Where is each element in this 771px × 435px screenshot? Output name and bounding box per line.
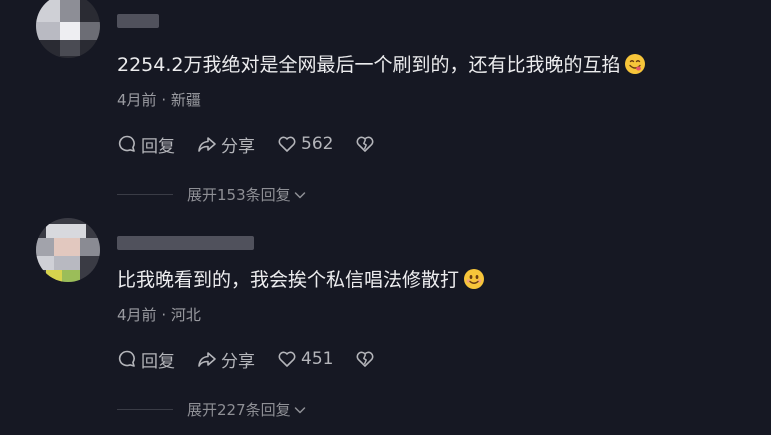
expand-replies-button[interactable]: 展开227条回复	[117, 399, 307, 420]
heart-icon	[278, 351, 296, 367]
meta-separator: ·	[161, 306, 167, 324]
replies-divider	[117, 194, 173, 195]
comment-actions: 回复 分享 451	[117, 347, 401, 372]
reply-bubble-icon	[118, 350, 135, 367]
share-label: 分享	[221, 351, 255, 372]
expand-replies-button[interactable]: 展开153条回复	[117, 184, 307, 205]
comment-text: 2254.2万我绝对是全网最后一个刷到的，还有比我晚的互掐	[117, 52, 646, 78]
chevron-down-icon	[294, 406, 305, 413]
like-count: 451	[301, 349, 334, 369]
username-blurred[interactable]	[117, 236, 254, 250]
comment-time: 4月前	[117, 91, 157, 109]
reply-label: 回复	[141, 351, 175, 372]
expand-replies-label: 展开153条回复	[187, 186, 291, 204]
comment-actions: 回复 分享 562	[117, 132, 401, 157]
replies-divider	[117, 409, 173, 410]
share-label: 分享	[221, 136, 255, 157]
comment-location: 河北	[170, 306, 201, 324]
share-arrow-icon	[198, 352, 216, 367]
comment-list: 2254.2万我绝对是全网最后一个刷到的，还有比我晚的互掐 4月前 · 新疆 回…	[0, 0, 771, 435]
comment-time: 4月前	[117, 306, 157, 324]
smiling-face-icon	[464, 269, 485, 289]
comment-text: 比我晚看到的，我会挨个私信唱法修散打	[117, 267, 485, 293]
username-blurred[interactable]	[117, 14, 159, 28]
comment-location: 新疆	[170, 91, 201, 109]
broken-heart-icon	[356, 351, 374, 367]
expand-replies-label: 展开227条回复	[187, 401, 291, 419]
share-button[interactable]: 分享	[197, 132, 255, 157]
reply-button[interactable]: 回复	[117, 132, 175, 157]
dislike-button[interactable]	[355, 134, 379, 154]
comment-meta: 4月前 · 新疆	[117, 89, 201, 110]
like-button[interactable]: 562	[277, 134, 333, 154]
reply-button[interactable]: 回复	[117, 347, 175, 372]
reply-bubble-icon	[118, 135, 135, 152]
broken-heart-icon	[356, 136, 374, 152]
heart-icon	[278, 136, 296, 152]
comment-meta: 4月前 · 河北	[117, 304, 201, 325]
avatar[interactable]	[36, 218, 100, 282]
share-button[interactable]: 分享	[197, 347, 255, 372]
meta-separator: ·	[161, 91, 167, 109]
comment-text-content: 比我晚看到的，我会挨个私信唱法修散打	[117, 269, 460, 291]
share-arrow-icon	[198, 137, 216, 152]
comment-text-content: 2254.2万我绝对是全网最后一个刷到的，还有比我晚的互掐	[117, 54, 621, 76]
like-count: 562	[301, 134, 334, 154]
yum-face-icon	[625, 54, 646, 74]
like-button[interactable]: 451	[277, 349, 333, 369]
avatar[interactable]	[36, 0, 100, 58]
reply-label: 回复	[141, 136, 175, 157]
dislike-button[interactable]	[355, 349, 379, 369]
chevron-down-icon	[294, 191, 305, 198]
